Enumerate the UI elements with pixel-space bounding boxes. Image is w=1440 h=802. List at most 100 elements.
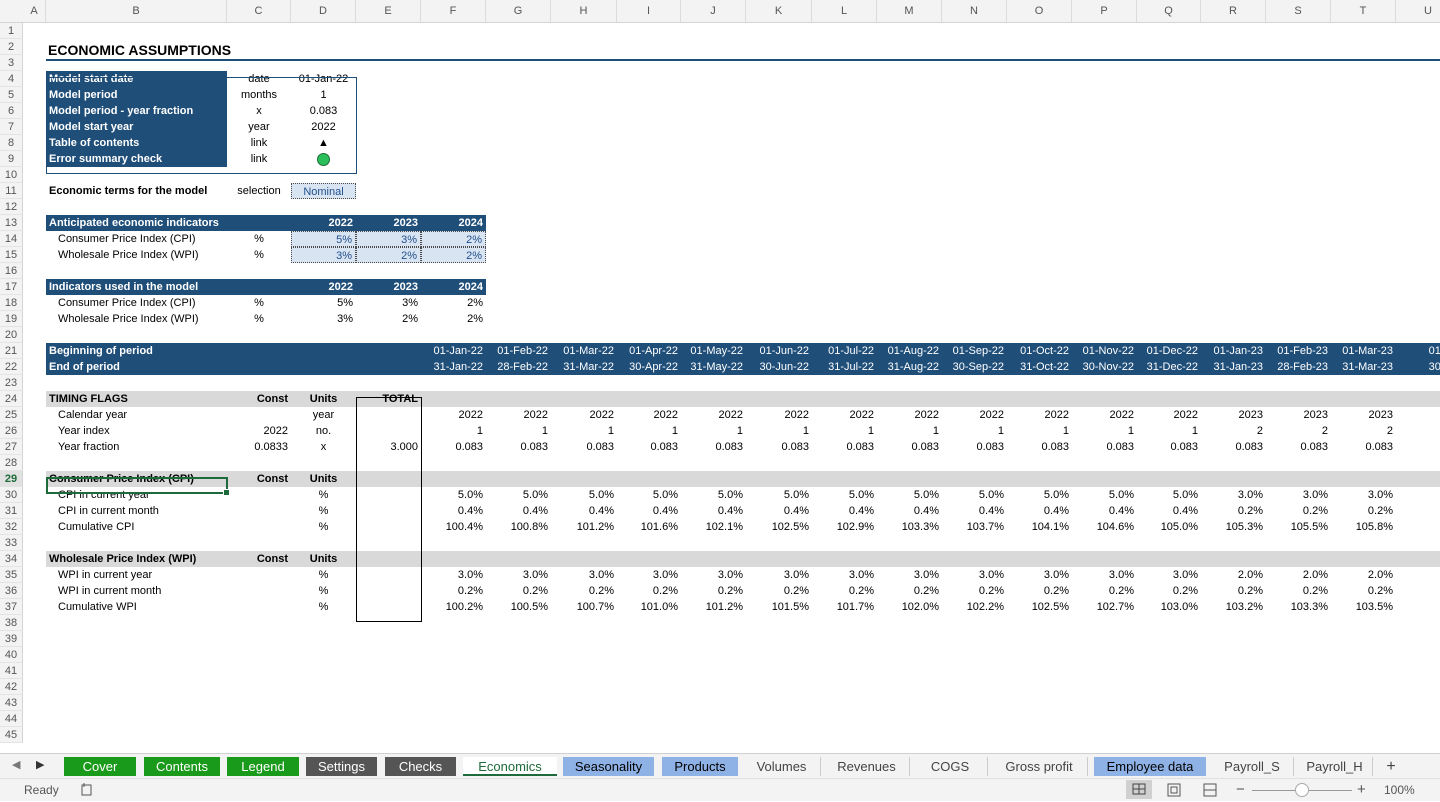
row-header-7[interactable]: 7 xyxy=(0,119,23,135)
row-header-44[interactable]: 44 xyxy=(0,711,23,727)
sheet-tab-payroll-s[interactable]: Payroll_S xyxy=(1211,757,1294,776)
row-header-40[interactable]: 40 xyxy=(0,647,23,663)
column-header-p[interactable]: P xyxy=(1072,0,1137,22)
sheet-tab-products[interactable]: Products xyxy=(662,757,738,776)
column-header-k[interactable]: K xyxy=(746,0,812,22)
zoom-slider-track[interactable] xyxy=(1252,783,1352,797)
column-header-e[interactable]: E xyxy=(356,0,421,22)
row-header-16[interactable]: 16 xyxy=(0,263,23,279)
row-header-20[interactable]: 20 xyxy=(0,327,23,343)
row-header-19[interactable]: 19 xyxy=(0,311,23,327)
row-header-1[interactable]: 1 xyxy=(0,23,23,39)
row-header-11[interactable]: 11 xyxy=(0,183,23,199)
row-header-32[interactable]: 32 xyxy=(0,519,23,535)
column-header-r[interactable]: R xyxy=(1201,0,1266,22)
sheet-tab-volumes[interactable]: Volumes xyxy=(743,757,821,776)
row-header-10[interactable]: 10 xyxy=(0,167,23,183)
column-header-h[interactable]: H xyxy=(551,0,617,22)
row-header-33[interactable]: 33 xyxy=(0,535,23,551)
timing-flags-header[interactable]: TIMING FLAGS xyxy=(46,391,227,407)
column-header-a[interactable]: A xyxy=(23,0,46,22)
row-header-26[interactable]: 26 xyxy=(0,423,23,439)
anticipated-input[interactable]: 2% xyxy=(356,247,421,263)
column-header-l[interactable]: L xyxy=(812,0,877,22)
row-header-25[interactable]: 25 xyxy=(0,407,23,423)
column-header-c[interactable]: C xyxy=(227,0,291,22)
accessibility-icon[interactable] xyxy=(80,783,94,797)
row-header-3[interactable]: 3 xyxy=(0,55,23,71)
row-header-21[interactable]: 21 xyxy=(0,343,23,359)
sheet-tab-gross-profit[interactable]: Gross profit xyxy=(991,757,1088,776)
sheet-tab-legend[interactable]: Legend xyxy=(227,757,299,776)
sheet-tab-checks[interactable]: Checks xyxy=(385,757,456,776)
next-sheet-icon[interactable]: ▶ xyxy=(36,758,44,771)
anticipated-input[interactable]: 2% xyxy=(421,247,486,263)
row-header-2[interactable]: 2 xyxy=(0,39,23,55)
anticipated-input[interactable]: 5% xyxy=(291,231,356,247)
row-header-6[interactable]: 6 xyxy=(0,103,23,119)
row-header-29[interactable]: 29 xyxy=(0,471,23,487)
wpi-header[interactable]: Wholesale Price Index (WPI) xyxy=(46,551,227,567)
row-header-28[interactable]: 28 xyxy=(0,455,23,471)
row-header-41[interactable]: 41 xyxy=(0,663,23,679)
anticipated-input[interactable]: 2% xyxy=(421,231,486,247)
row-header-13[interactable]: 13 xyxy=(0,215,23,231)
sheet-tab-employee-data[interactable]: Employee data xyxy=(1094,757,1206,776)
selected-cell-B29[interactable] xyxy=(46,477,230,496)
column-header-s[interactable]: S xyxy=(1266,0,1331,22)
sheet-tab-cogs[interactable]: COGS xyxy=(913,757,988,776)
row-header-34[interactable]: 34 xyxy=(0,551,23,567)
row-header-38[interactable]: 38 xyxy=(0,615,23,631)
column-header-i[interactable]: I xyxy=(617,0,681,22)
econ-terms-select[interactable]: Nominal xyxy=(291,183,356,199)
row-header-24[interactable]: 24 xyxy=(0,391,23,407)
column-header-g[interactable]: G xyxy=(486,0,551,22)
sheet-tab-economics[interactable]: Economics xyxy=(463,757,557,776)
row-header-35[interactable]: 35 xyxy=(0,567,23,583)
row-header-8[interactable]: 8 xyxy=(0,135,23,151)
row-header-37[interactable]: 37 xyxy=(0,599,23,615)
row-header-5[interactable]: 5 xyxy=(0,87,23,103)
anticipated-input[interactable]: 3% xyxy=(291,247,356,263)
column-header-n[interactable]: N xyxy=(942,0,1007,22)
column-header-d[interactable]: D xyxy=(291,0,356,22)
column-header-q[interactable]: Q xyxy=(1137,0,1201,22)
page-break-icon[interactable] xyxy=(1202,783,1218,797)
column-header-u[interactable]: U xyxy=(1396,0,1440,22)
column-header-j[interactable]: J xyxy=(681,0,746,22)
row-header-36[interactable]: 36 xyxy=(0,583,23,599)
column-header-f[interactable]: F xyxy=(421,0,486,22)
row-header-45[interactable]: 45 xyxy=(0,727,23,743)
row-header-4[interactable]: 4 xyxy=(0,71,23,87)
row-header-12[interactable]: 12 xyxy=(0,199,23,215)
sheet-tab-payroll-h[interactable]: Payroll_H xyxy=(1297,757,1373,776)
zoom-in-icon[interactable]: + xyxy=(1357,781,1366,798)
row-header-17[interactable]: 17 xyxy=(0,279,23,295)
add-sheet-button[interactable]: + xyxy=(1380,757,1402,776)
row-header-42[interactable]: 42 xyxy=(0,679,23,695)
row-header-30[interactable]: 30 xyxy=(0,487,23,503)
sheet-tab-contents[interactable]: Contents xyxy=(144,757,220,776)
row-header-22[interactable]: 22 xyxy=(0,359,23,375)
row-header-14[interactable]: 14 xyxy=(0,231,23,247)
sheet-tab-revenues[interactable]: Revenues xyxy=(824,757,910,776)
row-header-43[interactable]: 43 xyxy=(0,695,23,711)
normal-view-button[interactable] xyxy=(1126,780,1152,799)
column-header-t[interactable]: T xyxy=(1331,0,1396,22)
sheet-tab-seasonality[interactable]: Seasonality xyxy=(563,757,654,776)
zoom-out-icon[interactable]: − xyxy=(1236,781,1245,798)
page-layout-icon[interactable] xyxy=(1166,783,1182,797)
row-header-15[interactable]: 15 xyxy=(0,247,23,263)
row-header-39[interactable]: 39 xyxy=(0,631,23,647)
sheet-tab-cover[interactable]: Cover xyxy=(64,757,136,776)
row-header-18[interactable]: 18 xyxy=(0,295,23,311)
column-header-b[interactable]: B xyxy=(46,0,227,22)
row-header-27[interactable]: 27 xyxy=(0,439,23,455)
zoom-slider-handle[interactable] xyxy=(1295,783,1309,797)
column-header-o[interactable]: O xyxy=(1007,0,1072,22)
column-header-m[interactable]: M xyxy=(877,0,942,22)
row-header-31[interactable]: 31 xyxy=(0,503,23,519)
anticipated-input[interactable]: 3% xyxy=(356,231,421,247)
prev-sheet-icon[interactable]: ◀ xyxy=(12,758,20,771)
sheet-tab-settings[interactable]: Settings xyxy=(306,757,377,776)
